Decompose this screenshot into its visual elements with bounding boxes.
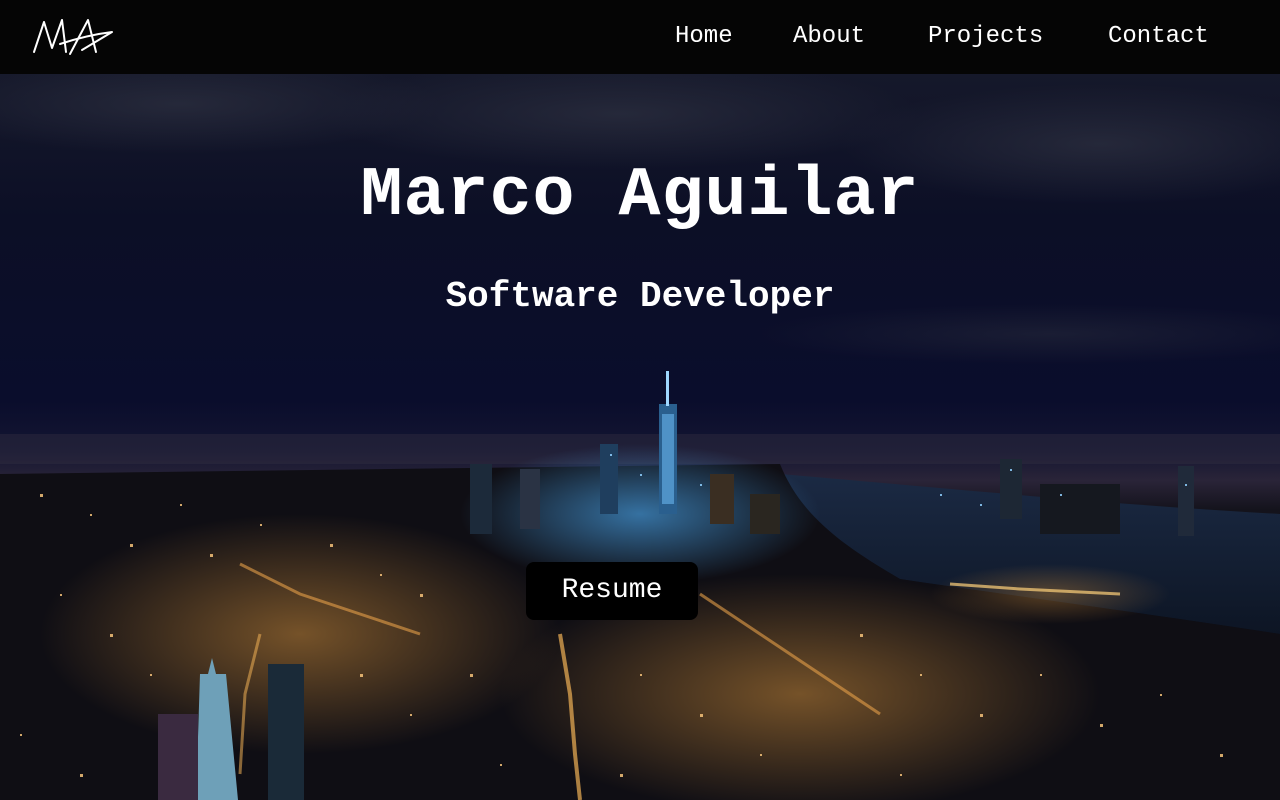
- nav-link-projects[interactable]: Projects: [928, 25, 1043, 49]
- hero-section: Marco Aguilar Software Developer Resume: [0, 74, 1280, 800]
- navbar: MA Home About Projects Contact: [0, 0, 1280, 74]
- nav-link-home[interactable]: Home: [675, 25, 733, 49]
- resume-button[interactable]: Resume: [526, 562, 698, 620]
- nav-link-contact[interactable]: Contact: [1108, 25, 1209, 49]
- hero-subtitle: Software Developer: [445, 276, 835, 317]
- logo-icon: MA: [33, 19, 113, 55]
- nav-link-about[interactable]: About: [793, 25, 865, 49]
- hero-title: Marco Aguilar: [360, 157, 920, 236]
